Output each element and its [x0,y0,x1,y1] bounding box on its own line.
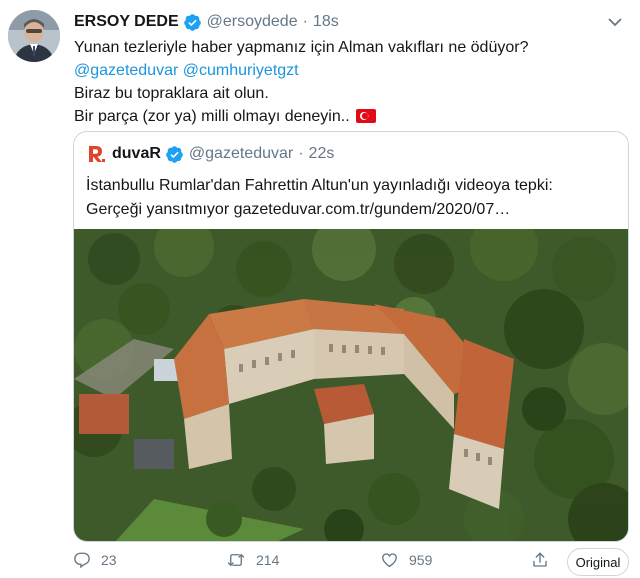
quoted-tweet-image[interactable] [74,213,628,541]
quoted-tweet[interactable]: duvaR @gazeteduvar · 22s İstanbullu Ruml… [73,131,629,542]
quoted-author-handle[interactable]: @gazeteduvar [189,145,293,163]
avatar[interactable] [8,10,60,62]
separator-dot: · [302,13,308,30]
like-count: 959 [409,552,433,568]
retweet-action[interactable]: 214 [226,551,279,569]
share-action[interactable] [531,551,559,569]
mention-link-gazeteduvar[interactable]: @gazeteduvar [74,62,178,79]
tweet-timestamp[interactable]: 18s [313,13,339,31]
tweet: ERSOY DEDE @ersoydede · 18s Yunan tezler… [0,0,640,578]
tweet-text: Yunan tezleriyle haber yapmanız için Alm… [74,36,629,130]
tweet-text-last-line: Bir parça (zor ya) milli olmayı deneyin.… [74,105,629,130]
quoted-author-name[interactable]: duvaR [112,145,161,163]
turkey-flag-icon [355,107,376,130]
retweet-icon [227,554,245,566]
reply-action[interactable]: 23 [73,551,117,569]
verified-icon [165,145,184,164]
reply-count: 23 [101,552,117,568]
retweet-count: 214 [256,552,280,568]
duvar-logo-icon [86,144,106,164]
quoted-text-line: İstanbullu Rumlar'dan Fahrettin Altun'un… [86,177,553,194]
quoted-tweet-header: duvaR @gazeteduvar · 22s [86,143,334,165]
separator-dot: · [298,145,304,162]
share-icon [533,552,547,567]
chevron-down-icon[interactable] [605,12,625,32]
tweet-text-line: Bir parça (zor ya) milli olmayı deneyin.… [74,108,350,125]
author-name[interactable]: ERSOY DEDE [74,13,179,31]
tweet-header: ERSOY DEDE @ersoydede · 18s [74,11,339,33]
verified-icon [183,13,202,32]
tweet-text-line: Biraz bu topraklara ait olun. [74,85,269,102]
mention-link-cumhuriyetgzt[interactable]: @cumhuriyetgzt [183,62,299,79]
tweet-text-line: Yunan tezleriyle haber yapmanız için Alm… [74,39,529,56]
tweet-actions-bar: 23 214 959 Original [0,548,640,576]
quoted-text-line: Gerçeği yansıtmıyor gazeteduvar.com.tr/g… [86,201,511,218]
author-handle[interactable]: @ersoydede [207,13,298,31]
heart-icon [382,553,397,568]
quoted-tweet-text: İstanbullu Rumlar'dan Fahrettin Altun'un… [86,174,616,222]
original-button[interactable]: Original [567,548,629,576]
reply-icon [74,552,90,569]
like-action[interactable]: 959 [380,551,432,569]
quoted-tweet-timestamp[interactable]: 22s [309,145,335,163]
tweet-mentions-line: @gazeteduvar @cumhuriyetgzt [74,59,629,82]
